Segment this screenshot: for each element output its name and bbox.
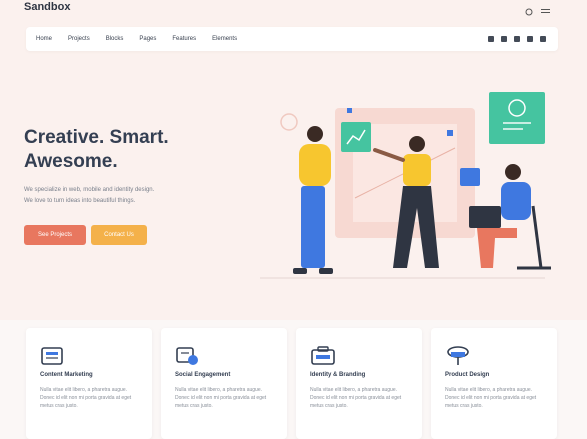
illustration-card-line-2 bbox=[503, 128, 523, 130]
dribbble-icon[interactable] bbox=[514, 36, 520, 42]
hero-title-line-1: Creative. Smart. bbox=[24, 127, 169, 148]
illustration-chart-card bbox=[341, 122, 371, 152]
person-2-head bbox=[409, 136, 425, 152]
illustration-card-line bbox=[503, 122, 531, 124]
nav-item-projects[interactable]: Projects bbox=[68, 36, 90, 42]
service-description: Nulla vitae elit libero, a pharetra augu… bbox=[175, 387, 267, 409]
hero-title: Creative. Smart. Awesome. bbox=[24, 126, 264, 174]
hero-description: We specialize in web, mobile and identit… bbox=[24, 185, 254, 207]
person-1-head bbox=[307, 126, 323, 142]
person-3-head bbox=[505, 164, 521, 180]
identity-branding-icon bbox=[311, 346, 335, 365]
twitter-icon[interactable] bbox=[488, 36, 494, 42]
illustration-ring bbox=[280, 113, 298, 131]
youtube-icon[interactable] bbox=[540, 36, 546, 42]
nav-item-blocks[interactable]: Blocks bbox=[106, 36, 124, 42]
illustration-photo-card bbox=[460, 168, 480, 186]
product-design-icon bbox=[447, 346, 469, 365]
chair bbox=[531, 205, 543, 269]
service-title: Social Engagement bbox=[175, 372, 231, 378]
service-title: Content Marketing bbox=[40, 372, 93, 378]
service-description: Nulla vitae elit libero, a pharetra augu… bbox=[310, 387, 402, 409]
social-engagement-icon bbox=[176, 347, 198, 365]
content-marketing-icon bbox=[41, 347, 63, 365]
instagram-icon[interactable] bbox=[527, 36, 533, 42]
nav-item-pages[interactable]: Pages bbox=[139, 36, 156, 42]
top-bar: Sandbox bbox=[0, 0, 587, 18]
language-icon[interactable] bbox=[525, 3, 533, 16]
service-card[interactable]: Social Engagement Nulla vitae elit liber… bbox=[161, 328, 287, 439]
nav-item-home[interactable]: Home bbox=[36, 36, 52, 42]
contact-us-button[interactable]: Contact Us bbox=[91, 225, 147, 245]
person-1-shoe-2 bbox=[319, 268, 333, 274]
illustration-dot-2 bbox=[447, 130, 453, 136]
person-1-pants bbox=[301, 186, 325, 268]
see-projects-button[interactable]: See Projects bbox=[24, 225, 86, 245]
service-title: Identity & Branding bbox=[310, 372, 366, 378]
laptop bbox=[469, 206, 501, 228]
service-card[interactable]: Content Marketing Nulla vitae elit liber… bbox=[26, 328, 152, 439]
person-1-shoe bbox=[293, 268, 307, 274]
hero-illustration bbox=[260, 92, 551, 279]
top-icons bbox=[525, 3, 550, 16]
facebook-icon[interactable] bbox=[501, 36, 507, 42]
hero-desc-line-2: We love to turn ideas into beautiful thi… bbox=[24, 198, 136, 204]
person-2-shirt bbox=[403, 154, 431, 186]
brand-logo[interactable]: Sandbox bbox=[24, 1, 70, 13]
hero-desc-line-1: We specialize in web, mobile and identit… bbox=[24, 187, 155, 193]
service-card[interactable]: Identity & Branding Nulla vitae elit lib… bbox=[296, 328, 422, 439]
service-description: Nulla vitae elit libero, a pharetra augu… bbox=[445, 387, 537, 409]
hero-title-line-2: Awesome. bbox=[24, 151, 118, 172]
person-3-shirt bbox=[501, 182, 531, 220]
nav-item-elements[interactable]: Elements bbox=[212, 36, 237, 42]
nav-item-features[interactable]: Features bbox=[172, 36, 196, 42]
service-title: Product Design bbox=[445, 372, 490, 378]
social-links bbox=[488, 27, 546, 51]
service-description: Nulla vitae elit libero, a pharetra augu… bbox=[40, 387, 132, 409]
menu-icon[interactable] bbox=[541, 3, 550, 13]
person-1-shirt bbox=[299, 144, 331, 186]
service-card[interactable]: Product Design Nulla vitae elit libero, … bbox=[431, 328, 557, 439]
main-navigation: Home Projects Blocks Pages Features Elem… bbox=[26, 27, 558, 51]
person-3-pants bbox=[477, 228, 517, 268]
nav-items: Home Projects Blocks Pages Features Elem… bbox=[36, 27, 237, 51]
illustration-dot bbox=[347, 108, 352, 113]
